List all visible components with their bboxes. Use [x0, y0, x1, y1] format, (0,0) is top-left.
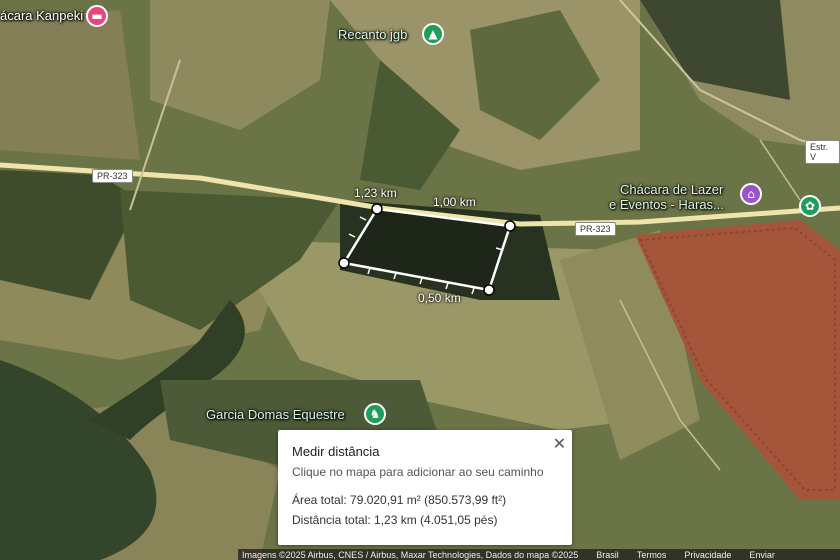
- horse-icon[interactable]: ♞: [364, 403, 386, 425]
- road-label-estr: Estr. V: [805, 140, 840, 164]
- terms-link[interactable]: Termos: [637, 550, 667, 560]
- poi-label-chacara-lazer-2[interactable]: e Eventos - Haras...: [609, 197, 724, 212]
- tree-icon[interactable]: ▲: [422, 23, 444, 45]
- close-icon[interactable]: ✕: [553, 434, 566, 454]
- measurement-label-3: 0,50 km: [418, 291, 461, 305]
- poi-label-chacara-lazer-1[interactable]: Chácara de Lazer: [620, 182, 723, 197]
- country-link[interactable]: Brasil: [596, 550, 619, 560]
- flower-icon[interactable]: ✿: [799, 195, 821, 217]
- send-feedback-link[interactable]: Enviar: [749, 550, 775, 560]
- poi-label-recanto[interactable]: Recanto jgb: [338, 27, 407, 42]
- measure-distance-panel: ✕ Medir distância Clique no mapa para ad…: [278, 430, 572, 545]
- road-shield-pr323-left: PR-323: [92, 169, 133, 183]
- privacy-link[interactable]: Privacidade: [684, 550, 731, 560]
- lodging-icon[interactable]: ▬: [86, 5, 108, 27]
- panel-hint: Clique no mapa para adicionar ao seu cam…: [292, 465, 544, 479]
- panel-title: Medir distância: [292, 444, 380, 459]
- total-area: Área total: 79.020,91 m² (850.573,99 ft²…: [292, 493, 507, 507]
- imagery-attribution: Imagens ©2025 Airbus, CNES / Airbus, Max…: [242, 549, 579, 560]
- measurement-label-2: 1,00 km: [433, 195, 476, 209]
- road-shield-pr323-right: PR-323: [575, 222, 616, 236]
- poi-label-garcia[interactable]: Garcia Domas Equestre: [206, 407, 345, 422]
- map-footer: Imagens ©2025 Airbus, CNES / Airbus, Max…: [238, 549, 840, 560]
- measurement-label-1: 1,23 km: [354, 186, 397, 200]
- total-distance: Distância total: 1,23 km (4.051,05 pés): [292, 513, 498, 527]
- event-venue-icon[interactable]: ⌂: [740, 183, 762, 205]
- poi-label-chacara-kanpeki[interactable]: ácara Kanpeki: [0, 8, 83, 23]
